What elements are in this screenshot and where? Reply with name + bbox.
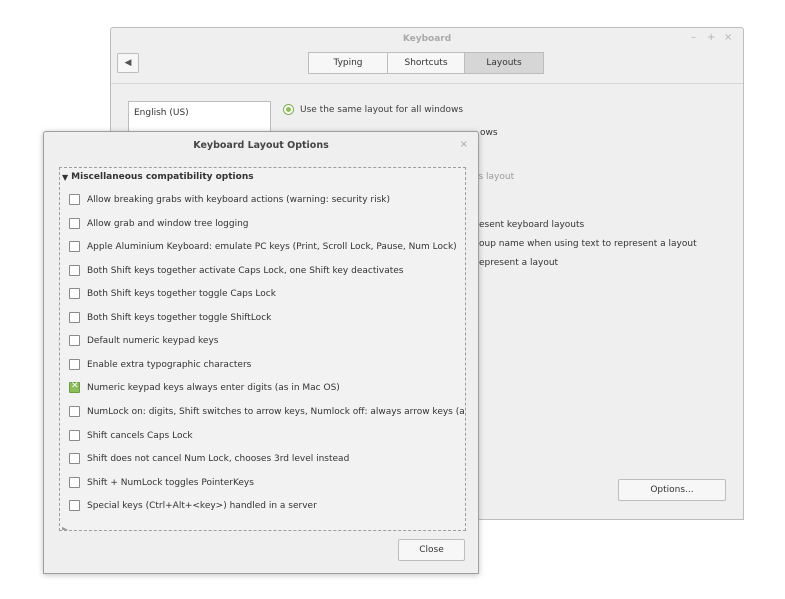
option-label: Apple Aluminium Keyboard: emulate PC key… bbox=[87, 241, 457, 252]
layout-fragment: 's layout bbox=[476, 172, 515, 182]
radio-different-layout-fragment: ows bbox=[480, 128, 498, 138]
checkbox[interactable] bbox=[69, 288, 80, 299]
window-title: Keyboard bbox=[402, 34, 452, 44]
dialog-title: Keyboard Layout Options bbox=[193, 140, 329, 151]
text-fragment-1: esent keyboard layouts bbox=[479, 220, 585, 230]
option-row[interactable]: Apple Aluminium Keyboard: emulate PC key… bbox=[69, 241, 457, 252]
option-label: Allow breaking grabs with keyboard actio… bbox=[87, 194, 390, 205]
option-label: Special keys (Ctrl+Alt+<key>) handled in… bbox=[87, 500, 317, 511]
close-window-button[interactable]: × bbox=[724, 33, 732, 43]
option-label: Allow grab and window tree logging bbox=[87, 218, 249, 229]
option-row[interactable]: Shift cancels Caps Lock bbox=[69, 430, 193, 441]
left-arrow-icon: ◀ bbox=[124, 58, 132, 68]
keyboard-titlebar[interactable]: Keyboard – + × bbox=[111, 28, 743, 50]
expander-down-icon[interactable]: ▼ bbox=[62, 173, 68, 182]
tab-label: Typing bbox=[333, 58, 363, 68]
option-row[interactable]: NumLock on: digits, Shift switches to ar… bbox=[69, 406, 466, 417]
checkbox-checked[interactable] bbox=[69, 381, 80, 393]
checkbox[interactable] bbox=[69, 194, 80, 205]
options-button-label: Options... bbox=[650, 485, 694, 495]
checkbox[interactable] bbox=[69, 500, 80, 511]
option-label: Shift cancels Caps Lock bbox=[87, 430, 193, 441]
checkbox[interactable] bbox=[69, 477, 80, 488]
option-row[interactable]: Both Shift keys together toggle Caps Loc… bbox=[69, 288, 276, 299]
tab-layouts[interactable]: Layouts bbox=[464, 52, 544, 74]
option-row[interactable]: Shift + NumLock toggles PointerKeys bbox=[69, 477, 254, 488]
options-button[interactable]: Options... bbox=[618, 479, 726, 501]
checkbox[interactable] bbox=[69, 312, 80, 323]
option-row[interactable]: Numeric keypad keys always enter digits … bbox=[69, 381, 340, 393]
tab-shortcuts[interactable]: Shortcuts bbox=[387, 52, 465, 74]
option-label: Default numeric keypad keys bbox=[87, 335, 219, 346]
checkbox[interactable] bbox=[69, 359, 80, 370]
group-header[interactable]: ▼ Miscellaneous compatibility options bbox=[62, 172, 254, 182]
option-label: Enable extra typographic characters bbox=[87, 359, 252, 370]
option-label: Shift + NumLock toggles PointerKeys bbox=[87, 477, 254, 488]
option-row[interactable]: Both Shift keys together toggle ShiftLoc… bbox=[69, 312, 271, 323]
clipped-row-above bbox=[60, 168, 465, 171]
checkbox[interactable] bbox=[69, 406, 80, 417]
option-label: Both Shift keys together toggle Caps Loc… bbox=[87, 288, 276, 299]
option-row[interactable]: Both Shift keys together activate Caps L… bbox=[69, 265, 403, 276]
layout-options-dialog: Keyboard Layout Options × ▼ Miscellaneou… bbox=[43, 131, 479, 574]
keyboard-tabs: Typing Shortcuts Layouts bbox=[308, 52, 544, 74]
checkbox[interactable] bbox=[69, 265, 80, 276]
tab-label: Layouts bbox=[486, 58, 522, 68]
radio-same-layout[interactable]: Use the same layout for all windows bbox=[283, 104, 463, 115]
back-button[interactable]: ◀ bbox=[117, 53, 139, 73]
text-fragment-3: epresent a layout bbox=[479, 258, 559, 268]
option-label: Numeric keypad keys always enter digits … bbox=[87, 382, 340, 393]
radio-label: Use the same layout for all windows bbox=[300, 104, 464, 115]
option-row[interactable]: Shift does not cancel Num Lock, chooses … bbox=[69, 453, 349, 464]
options-tree[interactable]: ▼ Miscellaneous compatibility options Al… bbox=[59, 167, 466, 531]
tab-typing[interactable]: Typing bbox=[308, 52, 388, 74]
close-button[interactable]: Close bbox=[398, 539, 465, 561]
option-row[interactable]: Special keys (Ctrl+Alt+<key>) handled in… bbox=[69, 500, 317, 511]
option-row[interactable]: Default numeric keypad keys bbox=[69, 335, 218, 346]
minimize-button[interactable]: – bbox=[691, 33, 696, 43]
tab-label: Shortcuts bbox=[404, 58, 448, 68]
checkbox[interactable] bbox=[69, 218, 80, 229]
checkbox[interactable] bbox=[69, 335, 80, 346]
option-row[interactable]: Allow grab and window tree logging bbox=[69, 218, 249, 229]
checkbox[interactable] bbox=[69, 241, 80, 252]
checkbox[interactable] bbox=[69, 430, 80, 441]
close-button-label: Close bbox=[419, 545, 444, 555]
option-label: Both Shift keys together activate Caps L… bbox=[87, 265, 404, 276]
option-label: NumLock on: digits, Shift switches to ar… bbox=[87, 406, 466, 417]
radio-button[interactable] bbox=[283, 104, 294, 115]
group-header-label: Miscellaneous compatibility options bbox=[71, 172, 254, 182]
checkbox[interactable] bbox=[69, 453, 80, 464]
maximize-button[interactable]: + bbox=[707, 33, 715, 43]
header-separator bbox=[111, 83, 743, 84]
option-row[interactable]: Allow breaking grabs with keyboard actio… bbox=[69, 194, 390, 205]
text-fragment-2: oup name when using text to represent a … bbox=[479, 239, 697, 249]
clipped-row-below: ▶ bbox=[62, 525, 69, 531]
option-row[interactable]: Enable extra typographic characters bbox=[69, 359, 251, 370]
option-label: Both Shift keys together toggle ShiftLoc… bbox=[87, 312, 272, 323]
layout-list-item[interactable]: English (US) bbox=[134, 108, 189, 118]
close-icon[interactable]: × bbox=[460, 139, 468, 150]
option-label: Shift does not cancel Num Lock, chooses … bbox=[87, 453, 350, 464]
